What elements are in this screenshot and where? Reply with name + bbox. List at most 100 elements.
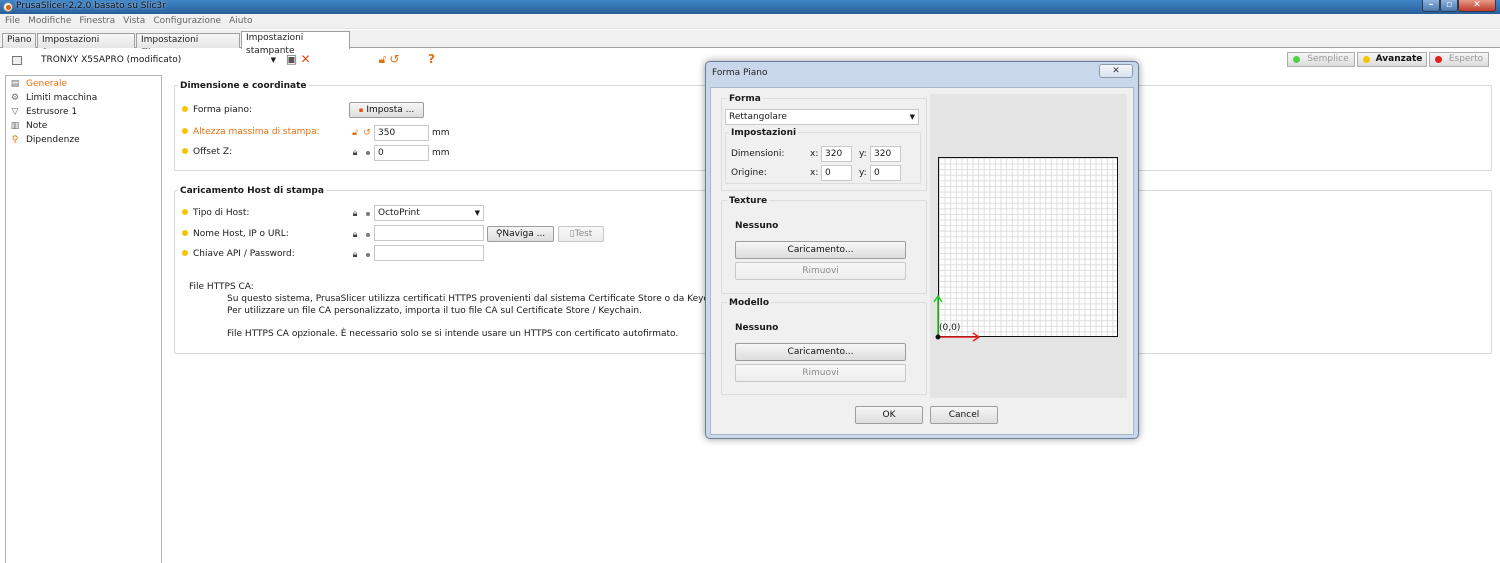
hostname-field[interactable] — [374, 225, 484, 241]
dependency-icon: ⚲ — [11, 135, 19, 145]
menu-bar: File Modifiche Finestra Vista Configurazione… — [0, 14, 1500, 29]
note-icon: ▥ — [10, 121, 20, 131]
origin-x-label: x: — [810, 168, 819, 178]
settings-group-title: Impostazioni — [729, 128, 799, 138]
window-title: PrusaSlicer-2.2.0 basato su Slic3r — [16, 1, 166, 11]
bullet-icon — [366, 233, 370, 237]
dialog-client: Forma Rettangolare ▼ Impostazioni Dimens… — [710, 87, 1134, 435]
host-type-select[interactable]: OctoPrint ▼ — [374, 205, 484, 221]
mode-simple-button[interactable]: Semplice — [1287, 52, 1355, 67]
yellow-dot-icon — [182, 249, 188, 256]
bed-preview: (0,0) — [930, 94, 1127, 398]
undo-arrow-icon[interactable]: ↺ — [388, 53, 401, 66]
gear-icon: ⚙ — [10, 93, 20, 103]
browse-button[interactable]: ⚲Naviga ... — [487, 226, 554, 242]
ok-button[interactable]: OK — [855, 406, 923, 424]
offset-z-field[interactable]: 0 — [374, 145, 429, 161]
max-height-field[interactable]: 350 — [374, 125, 429, 141]
origin-label: Origine: — [731, 168, 767, 178]
size-x-field[interactable]: 320 — [821, 146, 852, 162]
bed-shape-set-button[interactable]: ▪ Imposta ... — [349, 102, 424, 118]
menu-aiuto[interactable]: Aiuto — [225, 14, 256, 29]
dimensions-group-title: Dimensione e coordinate — [178, 81, 309, 91]
yellow-dot-icon — [182, 229, 188, 236]
max-height-unit: mm — [432, 128, 450, 138]
hostname-label: Nome Host, IP o URL: — [182, 229, 289, 239]
host-type-label: Tipo di Host: — [182, 208, 249, 218]
maximize-button[interactable]: ▫ — [1440, 0, 1458, 12]
dialog-title: Forma Piano — [712, 68, 768, 78]
extruder-icon: ▽ — [11, 107, 19, 117]
texture-value: Nessuno — [735, 221, 779, 231]
settings-tree: ▤ Generale ⚙ Limiti macchina ▽ Estrusore… — [5, 75, 162, 563]
app-icon — [3, 2, 13, 12]
close-button[interactable]: ✕ — [1458, 0, 1496, 12]
mode-advanced-button[interactable]: Avanzate — [1357, 52, 1427, 67]
printer-preset-select[interactable]: TRONXY X5SAPRO (modificato) ▼ — [3, 53, 278, 68]
origin-y-label: y: — [859, 168, 867, 178]
lock-icon[interactable]: 🔒︎ — [350, 209, 360, 219]
yellow-dot-icon — [182, 127, 188, 134]
menu-modifiche[interactable]: Modifiche — [24, 14, 75, 29]
x-axis-arrow-icon — [938, 332, 981, 342]
bullet-icon — [366, 253, 370, 257]
unlock-icon[interactable]: 🔓︎ — [350, 128, 360, 138]
model-value: Nessuno — [735, 323, 779, 333]
offset-z-unit: mm — [432, 148, 450, 158]
yellow-dot-icon — [182, 105, 188, 112]
bed-shape-dialog: Forma Piano ✕ Forma Rettangolare ▼ Impos… — [705, 61, 1139, 439]
https-info-line-1: Su questo sistema, PrusaSlicer utilizza … — [227, 294, 731, 304]
apikey-label: Chiave API / Password: — [182, 249, 295, 259]
shape-group-title: Forma — [727, 94, 763, 104]
shape-select[interactable]: Rettangolare ▼ — [725, 109, 919, 125]
yellow-dot-icon — [182, 208, 188, 215]
host-group-title: Caricamento Host di stampa — [178, 186, 326, 196]
origin-x-field[interactable]: 0 — [821, 165, 852, 181]
texture-load-button[interactable]: Caricamento... — [735, 241, 906, 259]
tab-piano[interactable]: Piano — [2, 33, 36, 48]
bed-shape-label: Forma piano: — [182, 105, 252, 115]
size-y-label: y: — [859, 149, 867, 159]
size-x-label: x: — [810, 149, 819, 159]
minimize-button[interactable]: – — [1422, 0, 1440, 12]
menu-vista[interactable]: Vista — [119, 14, 149, 29]
texture-remove-button[interactable]: Rimuovi — [735, 262, 906, 280]
origin-dot — [935, 334, 941, 340]
help-icon[interactable]: ? — [425, 53, 438, 66]
model-group-title: Modello — [727, 298, 772, 308]
https-info-line-3: File HTTPS CA opzionale. È necessario so… — [227, 329, 679, 339]
https-ca-label: File HTTPS CA: — [189, 282, 254, 292]
cancel-button[interactable]: Cancel — [930, 406, 998, 424]
menu-configurazione[interactable]: Configurazione — [149, 14, 225, 29]
offset-z-label: Offset Z: — [182, 147, 232, 157]
dialog-close-button[interactable]: ✕ — [1099, 64, 1133, 78]
model-load-button[interactable]: Caricamento... — [735, 343, 906, 361]
tab-printer-settings[interactable]: Impostazioni stampante — [241, 31, 350, 56]
tab-print-settings[interactable]: Impostazioni Stampa — [37, 33, 135, 58]
printer-icon — [12, 56, 22, 65]
lock-icon[interactable]: 🔒︎ — [350, 230, 360, 240]
texture-group-title: Texture — [727, 196, 770, 206]
lock-icon[interactable]: 🔒︎ — [350, 148, 360, 158]
bullet-icon — [366, 212, 370, 216]
lock-icon[interactable]: 🔒︎ — [350, 250, 360, 260]
bullet-icon — [366, 151, 370, 155]
menu-finestra[interactable]: Finestra — [75, 14, 119, 29]
bed-icon: ▪ — [358, 106, 364, 114]
apikey-field[interactable] — [374, 245, 484, 261]
mode-expert-button[interactable]: Esperto — [1429, 52, 1489, 67]
undo-arrow-icon[interactable]: ↺ — [362, 128, 372, 138]
size-label: Dimensioni: — [731, 149, 785, 159]
axes-svg — [933, 294, 981, 342]
tab-filament-settings[interactable]: Impostazioni Filamento — [136, 33, 240, 58]
delete-preset-icon[interactable]: ✕ — [299, 53, 312, 66]
origin-y-field[interactable]: 0 — [870, 165, 901, 181]
title-bar: PrusaSlicer-2.2.0 basato su Slic3r – ▫ ✕ — [0, 0, 1500, 14]
dropdown-arrow-icon: ▼ — [909, 113, 915, 121]
test-button[interactable]: ▯Test — [558, 226, 604, 242]
dropdown-arrow-icon: ▼ — [474, 209, 480, 217]
size-y-field[interactable]: 320 — [870, 146, 901, 162]
origin-marker-label: (0,0) — [939, 323, 961, 333]
model-remove-button[interactable]: Rimuovi — [735, 364, 906, 382]
menu-file[interactable]: File — [0, 14, 24, 29]
